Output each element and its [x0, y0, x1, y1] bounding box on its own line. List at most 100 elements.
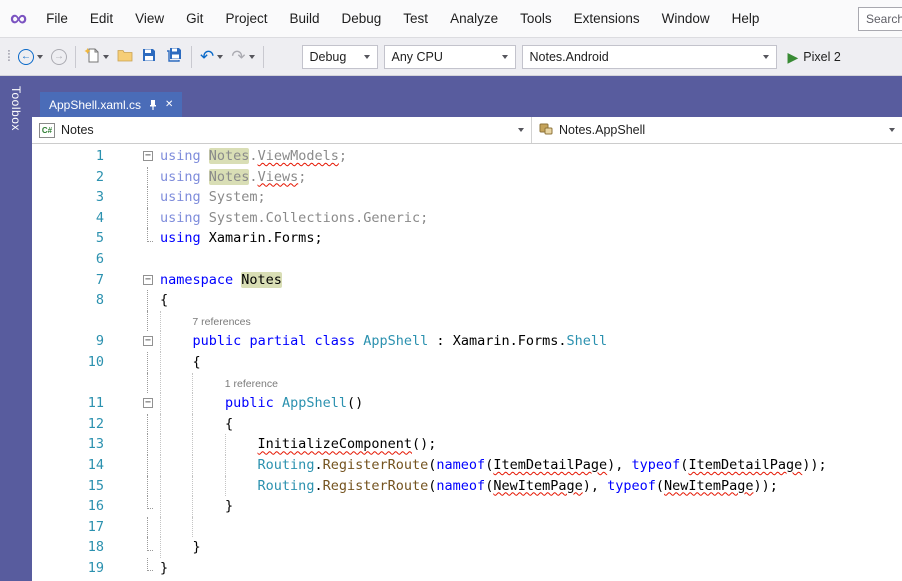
code-content[interactable]: Routing.RegisterRoute(nameof(NewItemPage… — [160, 475, 902, 497]
code-content[interactable]: Routing.RegisterRoute(nameof(ItemDetailP… — [160, 454, 902, 476]
code-token: () — [346, 395, 364, 412]
collapse-box-icon[interactable]: − — [143, 151, 153, 161]
save-button[interactable] — [137, 44, 161, 70]
chevron-down-icon — [518, 128, 524, 132]
tab-appshell-xaml-cs[interactable]: AppShell.xaml.cs ✕ — [40, 92, 183, 117]
code-content[interactable]: public AppShell() — [160, 393, 902, 414]
redo-button[interactable]: ↷ — [227, 44, 258, 70]
save-all-button[interactable] — [161, 44, 187, 70]
new-project-button[interactable] — [80, 44, 113, 70]
outline-margin-cell — [112, 166, 160, 188]
toolbar-separator — [191, 45, 192, 68]
line-number[interactable]: 1 — [32, 146, 112, 167]
line-number[interactable]: 10 — [32, 352, 112, 373]
code-content[interactable]: } — [160, 537, 902, 558]
code-content[interactable]: using System; — [160, 187, 902, 208]
collapse-box-icon[interactable]: − — [143, 274, 153, 285]
menu-item-help[interactable]: Help — [721, 7, 771, 30]
code-content[interactable]: using Xamarin.Forms; — [160, 228, 902, 249]
code-content[interactable]: using System.Collections.Generic; — [160, 208, 902, 229]
code-content[interactable] — [160, 516, 902, 538]
line-number[interactable]: 5 — [32, 228, 112, 249]
csharp-file-icon: C# — [39, 122, 55, 138]
navigate-forward-button[interactable]: → — [47, 44, 71, 70]
code-line: 4 using System.Collections.Generic; — [32, 207, 902, 229]
code-content[interactable]: InitializeComponent(); — [160, 434, 902, 455]
code-content[interactable]: 1 reference — [160, 372, 902, 395]
menu-item-tools[interactable]: Tools — [509, 7, 563, 30]
code-content[interactable]: } — [160, 558, 902, 579]
codelens-row: 7 references — [32, 310, 902, 333]
line-number[interactable]: 16 — [32, 496, 112, 517]
line-number[interactable]: 2 — [32, 167, 112, 188]
line-number[interactable]: 9 — [32, 331, 112, 352]
line-number[interactable]: 11 — [32, 393, 112, 414]
undo-button[interactable]: ↶ — [196, 44, 227, 70]
line-number[interactable]: 12 — [32, 414, 112, 435]
code-content[interactable]: { — [160, 413, 902, 435]
code-content[interactable] — [160, 249, 902, 270]
startup-project-dropdown[interactable]: Notes.Android — [521, 44, 777, 69]
line-number[interactable]: 3 — [32, 187, 112, 208]
codelens-references[interactable]: 7 references — [192, 312, 250, 333]
open-file-button[interactable] — [113, 44, 137, 70]
collapse-box-icon[interactable]: − — [143, 336, 153, 347]
code-content[interactable]: using Notes.Views; — [160, 167, 902, 188]
toolbar-grip[interactable]: ⁞ — [4, 48, 14, 65]
line-number[interactable]: 18 — [32, 537, 112, 558]
menu-item-window[interactable]: Window — [651, 7, 721, 30]
menu-item-extensions[interactable]: Extensions — [563, 7, 651, 30]
menu-item-git[interactable]: Git — [175, 7, 214, 30]
project-dropdown[interactable]: C# Notes — [32, 117, 532, 143]
line-number[interactable]: 8 — [32, 290, 112, 311]
pin-icon[interactable] — [148, 99, 158, 111]
code-token: Xamarin.Forms. — [452, 333, 567, 350]
line-number[interactable]: 4 — [32, 208, 112, 229]
outline-margin-cell — [112, 372, 160, 394]
menu-item-project[interactable]: Project — [214, 7, 278, 30]
code-line: 16 } — [32, 496, 902, 517]
solution-configuration-dropdown[interactable]: Debug — [301, 44, 378, 69]
code-content[interactable]: namespace Notes — [160, 270, 902, 291]
code-content[interactable]: using Notes.ViewModels; — [160, 146, 902, 167]
code-content[interactable]: 7 references — [160, 310, 902, 333]
type-member-dropdown[interactable]: Notes.AppShell — [532, 117, 902, 143]
line-number[interactable]: 17 — [32, 517, 112, 538]
code-content[interactable]: { — [160, 351, 902, 373]
menu-item-edit[interactable]: Edit — [79, 7, 124, 30]
code-content[interactable]: public partial class AppShell : Xamarin.… — [160, 331, 902, 352]
line-number[interactable]: 6 — [32, 249, 112, 270]
code-token: ; — [338, 148, 347, 164]
close-icon[interactable]: ✕ — [165, 99, 173, 110]
code-line: 13 InitializeComponent(); — [32, 434, 902, 455]
navigate-back-button[interactable]: ← — [14, 44, 47, 70]
line-number[interactable]: 15 — [32, 476, 112, 497]
line-number[interactable]: 19 — [32, 558, 112, 579]
project-name: Notes — [61, 123, 94, 137]
menu-item-view[interactable]: View — [124, 7, 175, 30]
menu-item-test[interactable]: Test — [392, 7, 439, 30]
toolbox-panel-tab[interactable]: Toolbox — [0, 76, 32, 581]
outline-margin-cell — [112, 516, 160, 538]
collapse-box-icon[interactable]: − — [143, 398, 153, 409]
line-number[interactable]: 13 — [32, 434, 112, 455]
menu-item-analyze[interactable]: Analyze — [439, 7, 509, 30]
line-number[interactable]: 14 — [32, 455, 112, 476]
search-box[interactable]: Search (Ctrl+Q) — [858, 7, 902, 31]
outline-region-end — [147, 537, 153, 551]
code-content[interactable]: { — [160, 290, 902, 311]
outline-margin-cell — [112, 228, 160, 249]
code-token: using — [160, 189, 201, 206]
line-number[interactable]: 7 — [32, 270, 112, 291]
menu-item-build[interactable]: Build — [278, 7, 330, 30]
indent-guide-line — [160, 310, 161, 332]
menu-item-file[interactable]: File — [35, 7, 79, 30]
codelens-references[interactable]: 1 reference — [225, 374, 278, 395]
error-squiggle-token: ItemDetailPage — [493, 456, 608, 473]
code-content[interactable]: } — [160, 496, 902, 517]
solution-platform-dropdown[interactable]: Any CPU — [383, 44, 516, 69]
menu-item-debug[interactable]: Debug — [331, 7, 393, 30]
code-line: 17 — [32, 516, 902, 538]
code-line: 7 − namespace Notes — [32, 270, 902, 291]
run-button[interactable]: ▶ Pixel 2 — [788, 50, 841, 64]
